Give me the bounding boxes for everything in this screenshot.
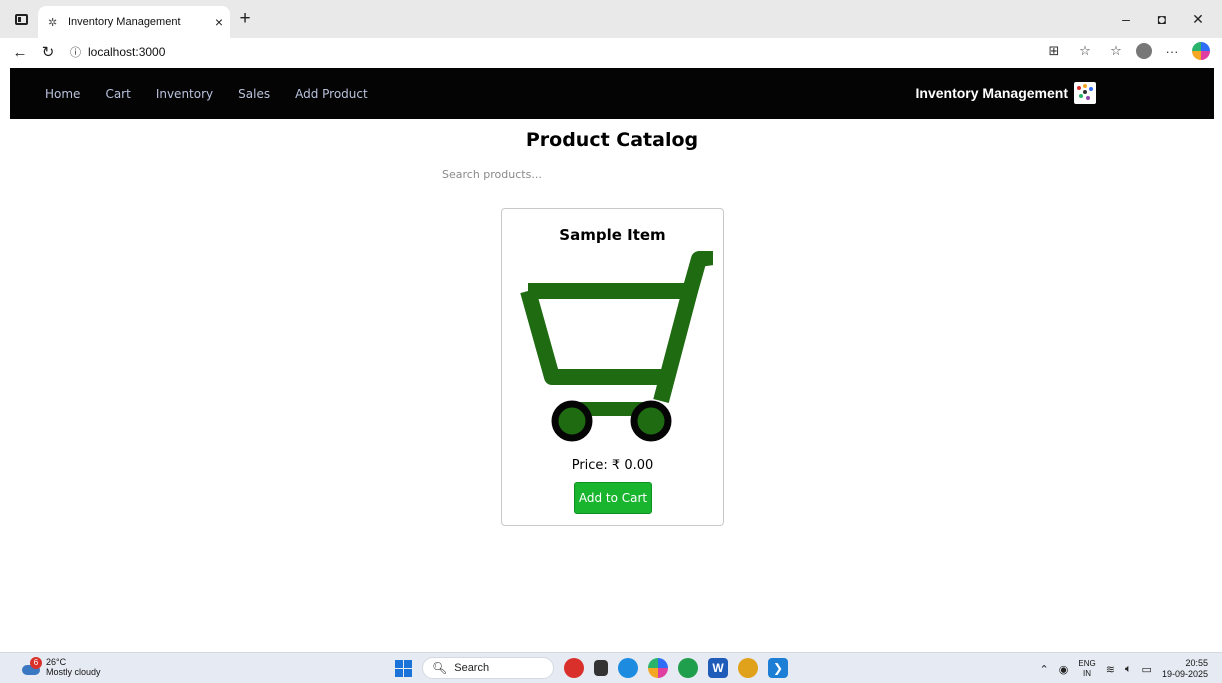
taskbar-search-label: Search [454,662,490,674]
url-text: localhost:3000 [88,45,166,59]
product-price: Price: ₹ 0.00 [571,458,654,473]
restore-button[interactable]: ◘ [1144,11,1180,27]
wifi-icon[interactable]: ≋ [1106,663,1115,676]
weather-cloud-icon: 6 [20,657,42,675]
brand[interactable]: Inventory Management [916,82,1096,104]
taskbar: 6 26°C Mostly cloudy 🔍︎ Search W ❯ ⌃ ◉ E… [0,652,1222,683]
shopping-cart-icon [520,249,721,442]
more-menu-icon[interactable]: ··· [1161,44,1183,59]
add-to-cart-button[interactable]: Add to Cart [574,482,652,514]
url-field[interactable]: ⓘ localhost:3000 [70,41,950,63]
address-bar: ← ↻ ⓘ localhost:3000 ⊞ ☆ ☆ ··· [0,38,1222,66]
nav-link-home[interactable]: Home [45,87,80,101]
file-explorer-icon[interactable] [594,660,608,676]
volume-icon[interactable]: 🔈︎ [1125,663,1132,676]
chrome-icon[interactable] [738,658,758,678]
vscode-icon[interactable]: ❯ [768,658,788,678]
weather-condition: Mostly cloudy [46,667,101,677]
weather-temperature: 26°C [46,657,67,667]
product-card: Sample Item Price: ₹ 0.00 Add to Cart [501,208,724,526]
app-navbar: Home Cart Inventory Sales Add Product In… [10,68,1214,119]
clock-date: 19-09-2025 [1161,669,1208,679]
taskbar-search[interactable]: 🔍︎ Search [422,657,554,679]
window-controls: – ◘ ✕ [1108,6,1216,32]
site-info-icon[interactable]: ⓘ [70,44,88,60]
system-tray: ⌃ ◉ ENG IN ≋ 🔈︎ ▭ 20:55 19-09-2025 [1040,658,1208,680]
language-code: ENG [1078,659,1096,668]
search-icon: 🔍︎ [432,661,448,675]
screen: ✲ Inventory Management × + – ◘ ✕ ← ↻ ⓘ l… [0,0,1222,683]
language-indicator[interactable]: ENG IN [1078,659,1095,679]
weather-badge: 6 [30,657,42,669]
nav-link-cart[interactable]: Cart [105,87,130,101]
new-tab-button[interactable]: + [234,9,256,31]
page-viewport: Home Cart Inventory Sales Add Product In… [10,68,1214,650]
word-icon[interactable]: W [708,658,728,678]
search-input[interactable] [442,168,782,181]
nav-link-inventory[interactable]: Inventory [156,87,213,101]
read-aloud-icon[interactable]: ⊞ [1043,43,1065,59]
profile-avatar[interactable] [1136,43,1152,59]
tab-close-icon[interactable]: × [208,14,230,30]
minimize-button[interactable]: – [1108,11,1144,27]
whatsapp-icon[interactable] [678,658,698,678]
copilot-icon[interactable] [1192,42,1210,60]
product-image [516,249,721,447]
browser-tab[interactable]: ✲ Inventory Management × [38,6,230,38]
taskbar-apps: 🔍︎ Search W ❯ [395,657,788,679]
tab-actions-button[interactable] [8,6,34,32]
search-container [10,168,1214,181]
tray-app-icon[interactable]: ◉ [1059,663,1069,676]
nav-links: Home Cart Inventory Sales Add Product [45,87,393,101]
tab-actions-icon [14,13,28,25]
brand-name: Inventory Management [915,85,1068,101]
windows-start-icon[interactable] [395,659,412,677]
app-avatar-icon[interactable] [564,658,584,678]
browser-tab-strip: ✲ Inventory Management × + – ◘ ✕ [0,0,1222,38]
refresh-icon[interactable]: ↻ [34,43,62,61]
page-title: Product Catalog [525,129,699,151]
copilot-app-icon[interactable] [648,658,668,678]
address-bar-tools: ⊞ ☆ ☆ ··· [1043,42,1210,60]
weather-widget[interactable]: 6 26°C Mostly cloudy [20,657,101,677]
back-icon[interactable]: ← [6,44,34,61]
favorites-icon[interactable]: ☆ [1105,43,1127,59]
nav-link-sales[interactable]: Sales [238,87,270,101]
favorite-star-icon[interactable]: ☆ [1074,43,1096,59]
close-window-button[interactable]: ✕ [1180,11,1216,28]
favicon-icon: ✲ [48,16,58,29]
edge-browser-icon[interactable] [618,658,638,678]
brand-logo-icon [1074,82,1096,104]
tray-chevron-icon[interactable]: ⌃ [1040,663,1049,676]
product-name: Sample Item [559,226,666,244]
battery-icon[interactable]: ▭ [1142,663,1152,676]
tab-title: Inventory Management [68,16,181,28]
region-code: IN [1083,669,1092,678]
clock[interactable]: 20:55 19-09-2025 [1162,658,1208,680]
nav-link-add-product[interactable]: Add Product [295,87,368,101]
weather-text: 26°C Mostly cloudy [46,657,101,677]
clock-time: 20:55 [1185,658,1208,668]
